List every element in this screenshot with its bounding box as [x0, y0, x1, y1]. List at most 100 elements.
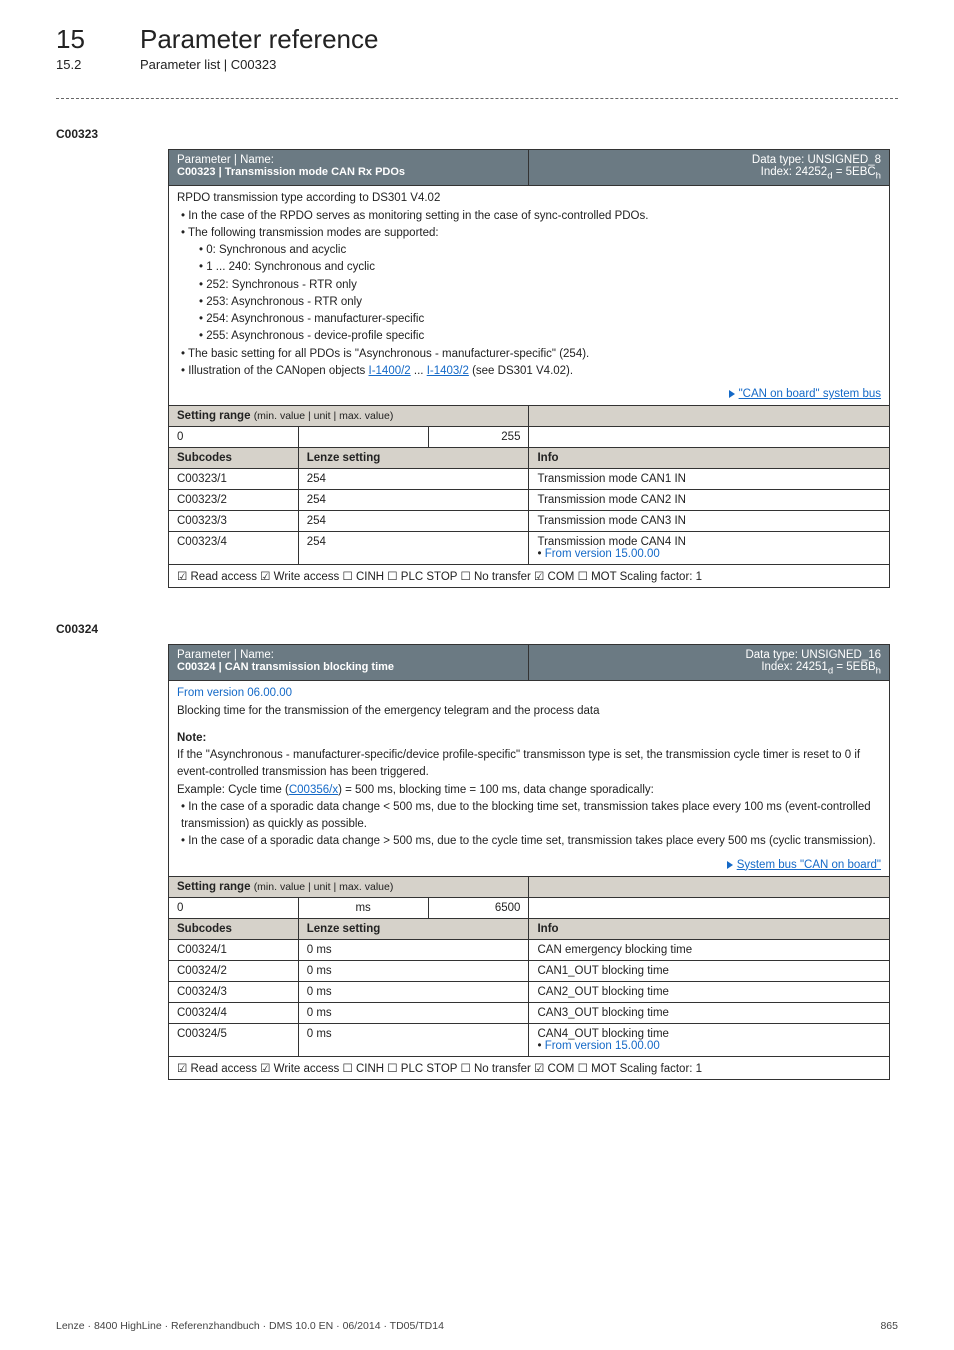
footer-page-number: 865 — [880, 1320, 898, 1332]
hdr-left-label: Parameter | Name: — [177, 649, 520, 661]
table-row: C00323/2 254 Transmission mode CAN2 IN — [169, 490, 890, 511]
lenze-setting: 254 — [298, 511, 529, 532]
table-row: C00324/4 0 ms CAN3_OUT blocking time — [169, 1002, 890, 1023]
description-row: RPDO transmission type according to DS30… — [169, 186, 890, 384]
info: Transmission mode CAN1 IN — [529, 469, 890, 490]
chapter-title: Parameter reference — [140, 24, 378, 55]
note-line: Example: Cycle time (C00356/x) = 500 ms,… — [177, 782, 881, 799]
desc-bullet: • The basic setting for all PDOs is "Asy… — [181, 346, 881, 363]
note-bullet: • In the case of a sporadic data change … — [181, 833, 881, 850]
info: Transmission mode CAN2 IN — [529, 490, 890, 511]
lenze-setting: 0 ms — [298, 960, 529, 981]
subcode: C00324/1 — [169, 939, 299, 960]
section-title: Parameter list | C00323 — [140, 57, 276, 72]
setting-range-header: Setting range (min. value | unit | max. … — [169, 406, 890, 427]
hdr-datatype: Data type: UNSIGNED_8 — [537, 154, 881, 166]
access-footer-row: ☑ Read access ☑ Write access ☐ CINH ☐ PL… — [169, 565, 890, 588]
desc-subbullet: • 1 ... 240: Synchronous and cyclic — [199, 259, 881, 276]
table-row: C00324/5 0 ms CAN4_OUT blocking time • F… — [169, 1023, 890, 1056]
desc-bullet: • The following transmission modes are s… — [181, 225, 881, 242]
range-unit — [298, 427, 428, 448]
hdr-datatype: Data type: UNSIGNED_16 — [537, 649, 881, 661]
hdr-index: Index: 24251d = 5EBBh — [537, 661, 881, 676]
desc-subbullet: • 253: Asynchronous - RTR only — [199, 294, 881, 311]
page-footer: Lenze · 8400 HighLine · Referenzhandbuch… — [56, 1320, 898, 1332]
system-link-row: "CAN on board" system bus — [169, 384, 890, 406]
param-table-c00323: Parameter | Name: C00323 | Transmission … — [168, 149, 890, 588]
triangle-icon — [729, 390, 735, 398]
info: Transmission mode CAN4 IN • From version… — [529, 532, 890, 565]
note-line: If the "Asynchronous - manufacturer-spec… — [177, 747, 881, 782]
desc-line: Blocking time for the transmission of th… — [177, 703, 881, 720]
link-system-bus[interactable]: System bus "CAN on board" — [737, 859, 881, 871]
range-max: 255 — [428, 427, 529, 448]
info: CAN1_OUT blocking time — [529, 960, 890, 981]
range-min: 0 — [169, 897, 299, 918]
setting-range-header: Setting range (min. value | unit | max. … — [169, 876, 890, 897]
info: Transmission mode CAN3 IN — [529, 511, 890, 532]
access-footer: ☑ Read access ☑ Write access ☐ CINH ☐ PL… — [169, 565, 890, 588]
description-row: From version 06.00.00 Blocking time for … — [169, 681, 890, 855]
table-row: C00324/1 0 ms CAN emergency blocking tim… — [169, 939, 890, 960]
desc-bullet: • Illustration of the CANopen objects I-… — [181, 363, 881, 380]
lenze-setting: 0 ms — [298, 981, 529, 1002]
table-row: C00324/2 0 ms CAN1_OUT blocking time — [169, 960, 890, 981]
subcode: C00324/4 — [169, 1002, 299, 1023]
note-bullet: • In the case of a sporadic data change … — [181, 799, 881, 834]
link-cycle-time[interactable]: C00356/x — [289, 784, 338, 796]
subcodes-header: Subcodes Lenze setting Info — [169, 918, 890, 939]
link-from-version[interactable]: From version 15.00.00 — [545, 548, 660, 560]
table-row: C00323/3 254 Transmission mode CAN3 IN — [169, 511, 890, 532]
access-footer: ☑ Read access ☑ Write access ☐ CINH ☐ PL… — [169, 1056, 890, 1079]
lenze-setting: 0 ms — [298, 939, 529, 960]
info: CAN emergency blocking time — [529, 939, 890, 960]
subcodes-header: Subcodes Lenze setting Info — [169, 448, 890, 469]
table-row: C00323/4 254 Transmission mode CAN4 IN •… — [169, 532, 890, 565]
section-number: 15.2 — [56, 57, 116, 72]
subcode: C00324/2 — [169, 960, 299, 981]
setting-range-row: 0 255 — [169, 427, 890, 448]
link-canopen-object[interactable]: I-1400/2 — [369, 365, 411, 377]
setting-range-row: 0 ms 6500 — [169, 897, 890, 918]
separator — [56, 98, 898, 99]
info: CAN2_OUT blocking time — [529, 981, 890, 1002]
lenze-setting: 254 — [298, 490, 529, 511]
info: CAN4_OUT blocking time • From version 15… — [529, 1023, 890, 1056]
table-row: C00323/1 254 Transmission mode CAN1 IN — [169, 469, 890, 490]
system-link-row: System bus "CAN on board" — [169, 855, 890, 877]
desc-line: RPDO transmission type according to DS30… — [177, 190, 881, 207]
hdr-left-label: Parameter | Name: — [177, 154, 520, 166]
subcode: C00323/4 — [169, 532, 299, 565]
info: CAN3_OUT blocking time — [529, 1002, 890, 1023]
param-code-heading: C00323 — [56, 127, 898, 141]
param-table-c00324: Parameter | Name: C00324 | CAN transmiss… — [168, 644, 890, 1080]
subcode: C00323/1 — [169, 469, 299, 490]
desc-subbullet: • 0: Synchronous and acyclic — [199, 242, 881, 259]
range-max: 6500 — [428, 897, 529, 918]
lenze-setting: 0 ms — [298, 1002, 529, 1023]
subcode: C00323/3 — [169, 511, 299, 532]
table-row: C00324/3 0 ms CAN2_OUT blocking time — [169, 981, 890, 1002]
lenze-setting: 254 — [298, 532, 529, 565]
range-min: 0 — [169, 427, 299, 448]
desc-subbullet: • 252: Synchronous - RTR only — [199, 277, 881, 294]
note-label: Note: — [177, 730, 881, 747]
param-code-heading: C00324 — [56, 622, 898, 636]
desc-bullet: • In the case of the RPDO serves as moni… — [181, 208, 881, 225]
lenze-setting: 254 — [298, 469, 529, 490]
link-from-version[interactable]: From version 15.00.00 — [545, 1040, 660, 1052]
subcode: C00324/5 — [169, 1023, 299, 1056]
lenze-setting: 0 ms — [298, 1023, 529, 1056]
range-unit: ms — [298, 897, 428, 918]
chapter-number: 15 — [56, 24, 116, 55]
subcode: C00324/3 — [169, 981, 299, 1002]
link-canopen-object[interactable]: I-1403/2 — [427, 365, 469, 377]
desc-subbullet: • 254: Asynchronous - manufacturer-speci… — [199, 311, 881, 328]
access-footer-row: ☑ Read access ☑ Write access ☐ CINH ☐ PL… — [169, 1056, 890, 1079]
triangle-icon — [727, 861, 733, 869]
link-system-bus[interactable]: "CAN on board" system bus — [739, 388, 881, 400]
hdr-title: C00323 | Transmission mode CAN Rx PDOs — [177, 166, 520, 178]
link-from-version[interactable]: From version 06.00.00 — [177, 685, 881, 702]
table-header-row: Parameter | Name: C00323 | Transmission … — [169, 150, 890, 186]
table-header-row: Parameter | Name: C00324 | CAN transmiss… — [169, 645, 890, 681]
